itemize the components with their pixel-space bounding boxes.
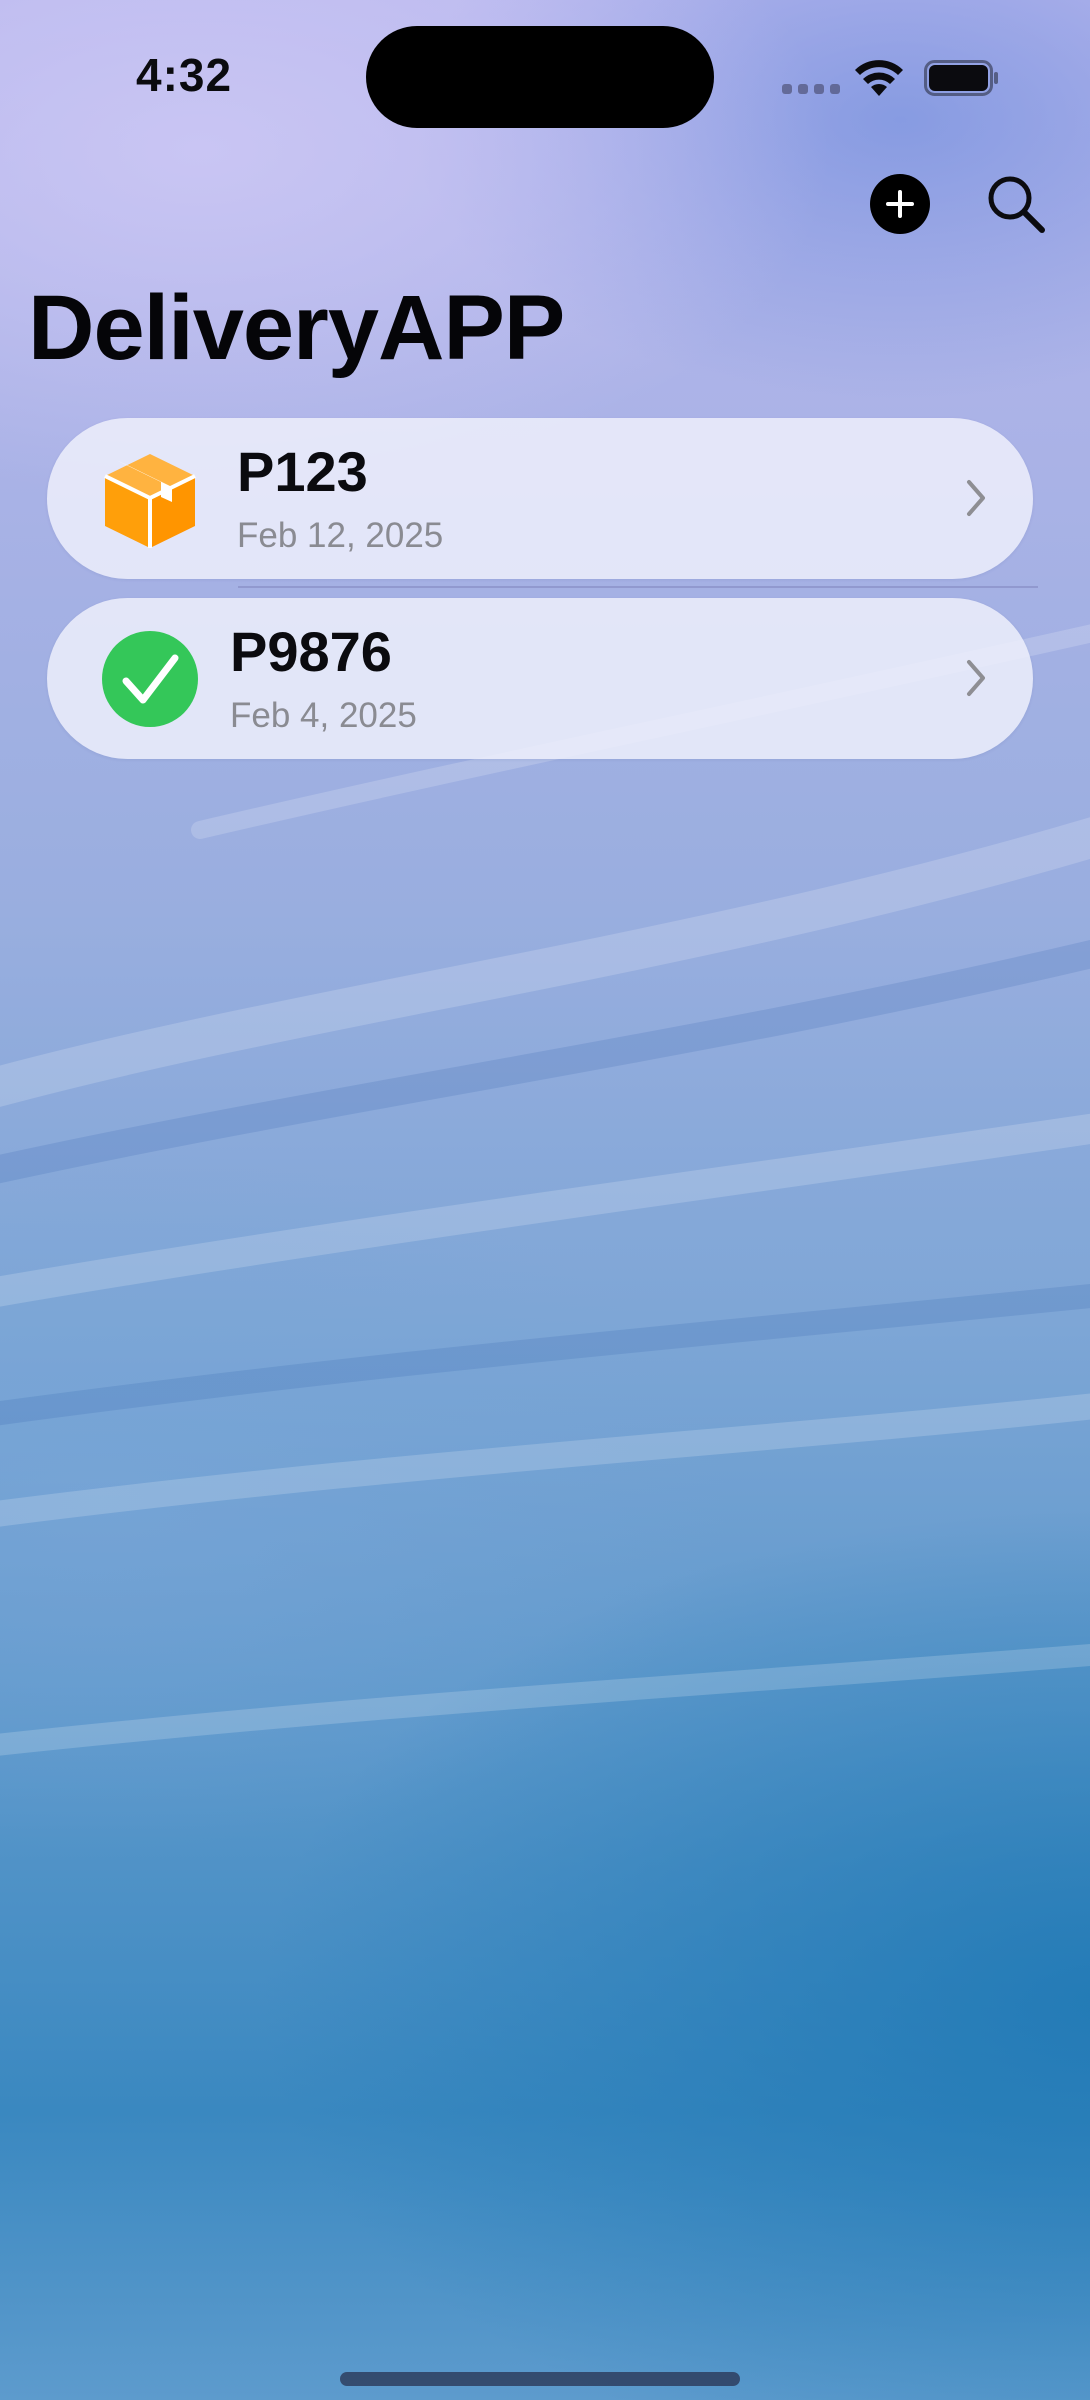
package-id: P9876 — [230, 620, 392, 683]
battery-icon — [924, 60, 998, 96]
dynamic-island — [366, 26, 714, 128]
checkmark-circle-icon — [102, 631, 198, 727]
wifi-icon — [855, 60, 903, 96]
chevron-right-icon — [967, 660, 985, 696]
home-indicator[interactable] — [340, 2372, 740, 2386]
row-divider — [238, 586, 1038, 588]
package-date: Feb 12, 2025 — [237, 516, 444, 555]
package-row[interactable]: P9876 Feb 4, 2025 — [47, 598, 1033, 759]
chevron-right-icon — [967, 480, 985, 516]
package-row[interactable]: P123 Feb 12, 2025 — [47, 418, 1033, 579]
status-time: 4:32 — [136, 49, 233, 101]
page-title: DeliveryAPP — [28, 277, 565, 379]
plus-icon — [886, 190, 914, 218]
magnifying-glass-icon — [988, 176, 1045, 233]
package-box-icon — [104, 454, 196, 548]
package-date: Feb 4, 2025 — [230, 696, 417, 735]
add-package-button[interactable] — [870, 174, 930, 234]
package-id: P123 — [237, 440, 368, 503]
search-button[interactable] — [984, 172, 1048, 236]
cellular-signal-icon — [782, 84, 840, 94]
